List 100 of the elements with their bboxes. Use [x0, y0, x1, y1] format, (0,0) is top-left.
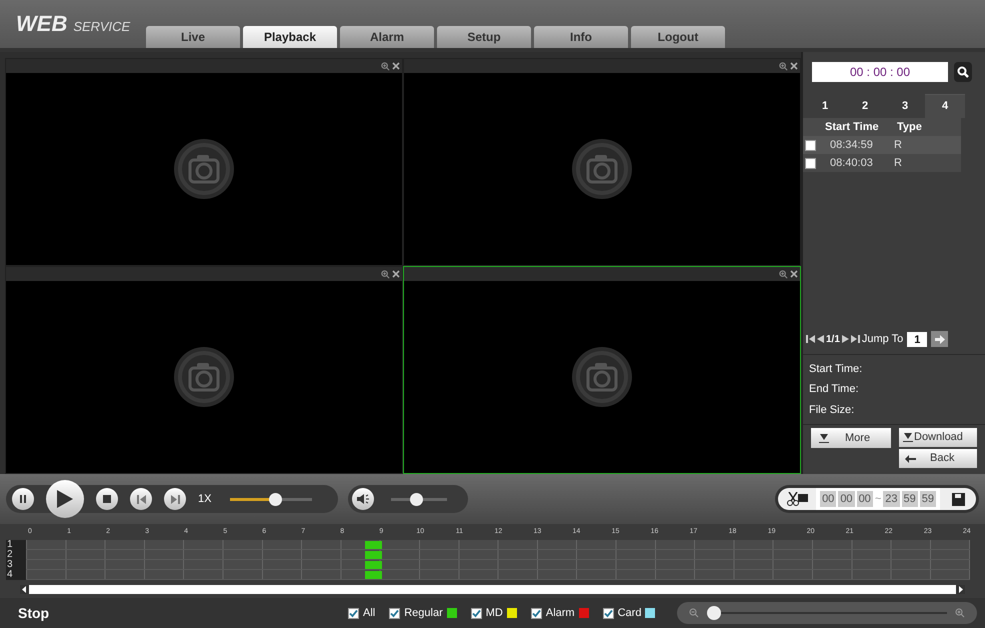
nav-tab[interactable]: Logout — [631, 26, 725, 48]
filter-label: Card — [618, 606, 642, 621]
checkbox[interactable] — [348, 608, 359, 618]
recording-block[interactable] — [365, 570, 382, 578]
nav-tab[interactable]: Setup — [437, 26, 531, 48]
zoom-out-icon[interactable] — [689, 608, 699, 618]
info-label: File Size: — [809, 402, 856, 418]
next-page-icon[interactable] — [842, 335, 849, 344]
column-header: Type — [897, 120, 922, 135]
check-icon — [349, 608, 358, 618]
time-segment[interactable]: 00 — [838, 490, 855, 508]
back-arrow-icon — [905, 454, 916, 462]
step-forward-icon — [170, 494, 180, 504]
pause-button[interactable] — [12, 488, 34, 510]
checkbox[interactable] — [470, 608, 482, 618]
video-pane[interactable] — [403, 266, 801, 474]
check-icon — [472, 608, 481, 618]
close-icon[interactable] — [790, 62, 798, 70]
camera-icon — [571, 138, 633, 200]
slider-thumb[interactable] — [268, 492, 282, 506]
volume-button[interactable] — [352, 488, 374, 510]
clip-button[interactable] — [778, 488, 816, 510]
jump-label: Jump To — [862, 332, 904, 347]
slider-thumb[interactable] — [707, 606, 721, 620]
recording-block[interactable] — [365, 540, 382, 548]
previous-page-icon[interactable] — [817, 335, 824, 344]
channel-label: 3 — [6, 560, 26, 570]
file-row[interactable]: 08:40:03 R — [803, 154, 961, 172]
close-icon[interactable] — [392, 270, 400, 278]
page-field[interactable]: 1 — [907, 332, 928, 347]
scroll-right-icon[interactable] — [956, 585, 965, 594]
stop-button[interactable] — [96, 488, 118, 510]
zoom-icon[interactable] — [779, 270, 788, 278]
zoom-icon[interactable] — [381, 270, 390, 278]
check-icon — [604, 608, 613, 618]
channel-label: 1 — [6, 540, 26, 550]
close-icon[interactable] — [392, 62, 400, 70]
file-row[interactable]: 08:34:59 R — [803, 136, 961, 154]
table-cell-text: 08:34:59 — [830, 138, 874, 153]
column-header: Start Time — [825, 120, 880, 135]
checkbox[interactable] — [530, 608, 542, 618]
save-button[interactable] — [940, 488, 976, 510]
go-button[interactable] — [931, 331, 948, 348]
stop-icon — [103, 495, 111, 503]
nav-tab[interactable]: Alarm — [340, 26, 434, 48]
scroll-left-icon[interactable] — [20, 585, 29, 594]
nav-tab[interactable]: Info — [534, 26, 628, 48]
recording-block[interactable] — [365, 560, 382, 568]
time-segment[interactable]: 59 — [920, 490, 936, 508]
checkbox[interactable] — [805, 158, 816, 168]
range-separator: ~ — [874, 492, 882, 507]
play-button[interactable] — [46, 480, 84, 518]
check-icon — [390, 608, 400, 618]
scroll-bar[interactable] — [20, 585, 965, 594]
slider-thumb[interactable] — [410, 492, 424, 506]
camera-icon — [571, 346, 633, 408]
filter-label: All — [363, 606, 376, 621]
volume-slider[interactable] — [388, 492, 450, 506]
time-segment[interactable]: 00 — [820, 490, 836, 508]
checkbox[interactable] — [389, 608, 400, 618]
filter-label: Regular — [404, 606, 443, 621]
step-back-icon — [136, 494, 146, 504]
search-icon — [957, 66, 969, 78]
close-icon[interactable] — [790, 270, 798, 278]
down-arrow-icon — [819, 434, 829, 442]
table-cell-text: R — [894, 138, 902, 153]
time-segment[interactable]: 00 — [856, 490, 873, 508]
search-button[interactable] — [954, 62, 972, 82]
time-field[interactable]: 00 : 00 : 00 — [812, 62, 948, 82]
speed-label: 1X — [198, 492, 212, 507]
previous-frame-button[interactable] — [130, 488, 152, 510]
table-cell-text: R — [894, 156, 902, 171]
download-button[interactable]: Download — [899, 428, 977, 447]
zoom-icon[interactable] — [381, 62, 390, 70]
zoom-in-icon[interactable] — [955, 608, 965, 618]
checkbox[interactable] — [602, 608, 614, 618]
camera-icon — [173, 138, 235, 200]
zoom-slider[interactable] — [707, 606, 947, 620]
check-icon — [532, 608, 541, 618]
time-segment[interactable]: 23 — [883, 490, 900, 508]
first-page-icon[interactable] — [806, 335, 815, 344]
last-page-icon[interactable] — [850, 335, 860, 344]
download-icon — [903, 433, 913, 442]
back-button[interactable]: Back — [899, 449, 977, 468]
zoom-icon[interactable] — [779, 62, 788, 70]
more-button[interactable]: More — [811, 428, 891, 448]
speaker-icon — [357, 494, 369, 504]
nav-tab[interactable]: Live — [146, 26, 240, 48]
arrow-icon — [934, 334, 945, 344]
scissors-icon — [786, 492, 808, 506]
channel-tab[interactable]: 4 — [925, 94, 965, 118]
play-icon — [57, 490, 73, 508]
status-text: Stop — [18, 604, 50, 623]
nav-tab[interactable]: Playback — [243, 26, 337, 48]
time-segment[interactable]: 59 — [902, 490, 918, 508]
recording-block[interactable] — [365, 550, 382, 558]
filter-label: Alarm — [546, 606, 575, 621]
checkbox[interactable] — [805, 140, 816, 150]
camera-icon — [173, 346, 235, 408]
next-frame-button[interactable] — [164, 488, 186, 510]
